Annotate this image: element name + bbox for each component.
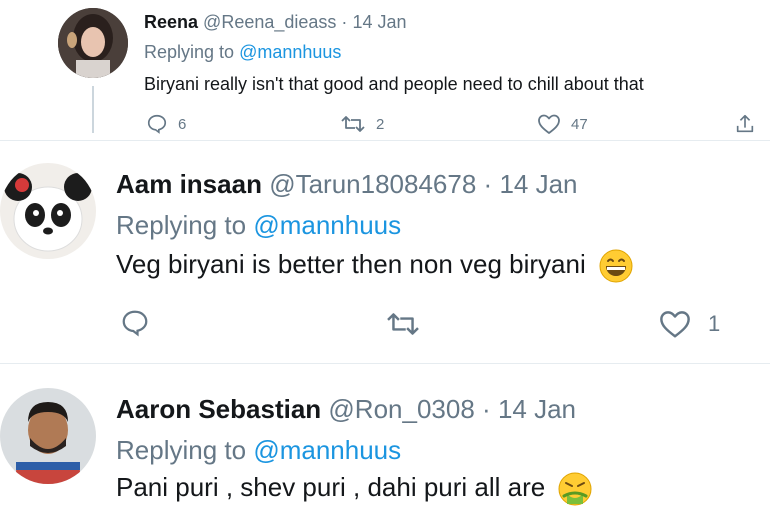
- tweet-text: Pani puri , shev puri , dahi puri all ar…: [116, 472, 546, 502]
- tweet-header: Aam insaan @Tarun18084678 · 14 Jan: [116, 169, 578, 200]
- tweet-aaron-sebastian[interactable]: Aaron Sebastian @Ron_0308 · 14 Jan Reply…: [0, 364, 770, 515]
- retweet-button[interactable]: 2: [340, 113, 384, 135]
- replying-to-line: Replying to @mannhuus: [144, 42, 341, 63]
- thread-line: [92, 86, 94, 133]
- reply-count: 6: [178, 115, 187, 133]
- share-button[interactable]: [734, 113, 756, 135]
- like-count: 47: [571, 115, 588, 133]
- tweet-aam-insaan[interactable]: Aam insaan @Tarun18084678 · 14 Jan Reply…: [0, 141, 770, 363]
- reply-icon: [122, 310, 148, 337]
- reply-button[interactable]: [120, 308, 160, 338]
- tweet-date[interactable]: 14 Jan: [498, 394, 576, 424]
- retweet-icon: [341, 116, 365, 132]
- tweet-text-row: Pani puri , shev puri , dahi puri all ar…: [116, 472, 592, 506]
- tweet-header: Aaron Sebastian @Ron_0308 · 14 Jan: [116, 394, 576, 425]
- user-handle[interactable]: @Tarun18084678: [269, 169, 476, 199]
- avatar-reena[interactable]: [58, 8, 128, 78]
- replying-to-label: Replying to: [116, 210, 247, 240]
- tweet-text-row: Veg biryani is better then non veg birya…: [116, 249, 633, 283]
- tweet-date[interactable]: 14 Jan: [499, 169, 577, 199]
- like-button[interactable]: 1: [658, 309, 720, 339]
- avatar-aaron-sebastian[interactable]: [0, 388, 96, 484]
- replying-to-label: Replying to: [116, 435, 247, 465]
- retweet-count: 2: [376, 115, 385, 133]
- share-icon: [736, 114, 754, 133]
- tweet-header: Reena @Reena_dieass · 14 Jan: [144, 12, 406, 33]
- mention-link[interactable]: @mannhuus: [253, 435, 401, 465]
- grinning-face-emoji: [599, 249, 633, 283]
- heart-icon: [538, 114, 560, 134]
- display-name[interactable]: Aam insaan: [116, 169, 262, 199]
- reply-icon: [147, 114, 167, 134]
- display-name[interactable]: Aaron Sebastian: [116, 394, 321, 424]
- separator-dot: ·: [483, 169, 493, 199]
- reply-button[interactable]: 6: [146, 113, 186, 135]
- separator-dot: ·: [341, 12, 348, 32]
- heart-icon: [660, 311, 690, 338]
- tweet-date[interactable]: 14 Jan: [352, 12, 406, 32]
- separator-dot: ·: [482, 394, 491, 424]
- replying-to-line: Replying to @mannhuus: [116, 210, 401, 241]
- like-count: 1: [708, 311, 721, 336]
- display-name[interactable]: Reena: [144, 12, 198, 32]
- tweet-text: Biryani really isn't that good and peopl…: [144, 74, 644, 94]
- tweet-text: Veg biryani is better then non veg birya…: [116, 249, 586, 279]
- user-handle[interactable]: @Ron_0308: [328, 394, 474, 424]
- like-button[interactable]: 47: [537, 113, 588, 135]
- retweet-icon: [387, 313, 419, 335]
- replying-to-label: Replying to: [144, 42, 235, 62]
- replying-to-line: Replying to @mannhuus: [116, 435, 401, 466]
- tweet-reena[interactable]: Reena @Reena_dieass · 14 Jan Replying to…: [0, 0, 770, 135]
- mention-link[interactable]: @mannhuus: [239, 42, 341, 62]
- user-handle[interactable]: @Reena_dieass: [203, 12, 336, 32]
- avatar-aam-insaan[interactable]: [0, 163, 96, 259]
- retweet-button[interactable]: [385, 309, 431, 339]
- mention-link[interactable]: @mannhuus: [253, 210, 401, 240]
- nauseated-face-emoji: [558, 472, 592, 506]
